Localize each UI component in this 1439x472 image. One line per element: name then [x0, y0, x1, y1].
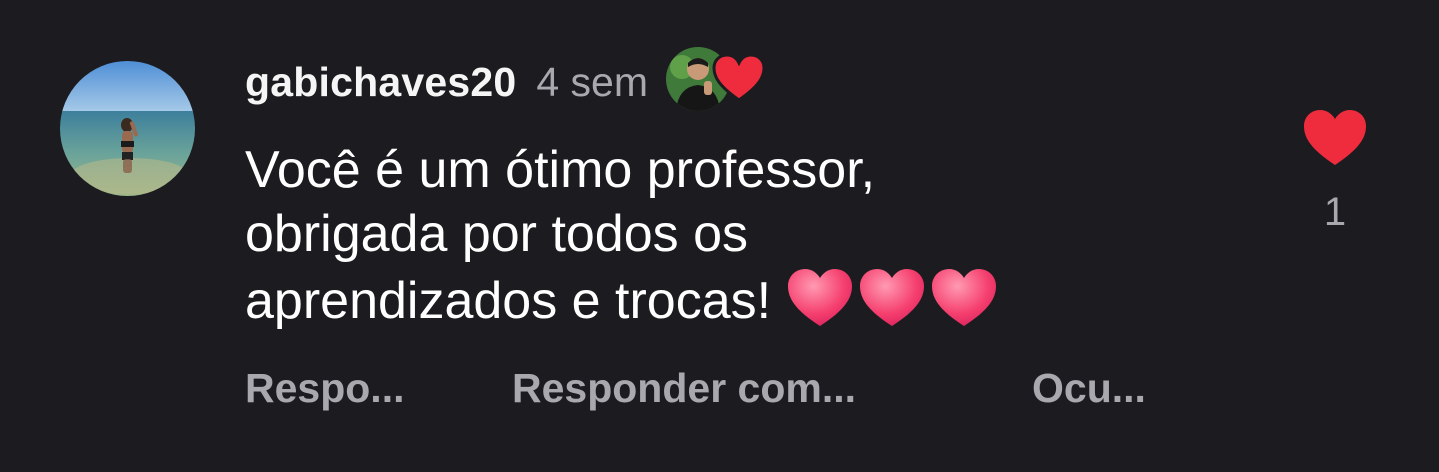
like-count: 1 [1323, 190, 1347, 234]
comment-line-3-text: aprendizados e trocas! [245, 272, 772, 330]
comment-line-1: Você é um ótimo professor, [245, 141, 876, 199]
heart-emoji-icon [788, 269, 853, 326]
comment-line-2: obrigada por todos os [245, 205, 749, 263]
heart-icon[interactable] [1302, 108, 1368, 168]
user-avatar[interactable] [60, 61, 195, 196]
heart-emoji-icon [860, 269, 925, 326]
comment-header: gabichaves20 4 sem [245, 47, 776, 114]
creator-like-badge [666, 45, 776, 119]
heart-emoji-icon [932, 269, 997, 326]
username[interactable]: gabichaves20 [245, 59, 516, 106]
heart-emojis [785, 266, 1001, 330]
comment-actions: Respo... Responder com... Ocu... [245, 360, 1146, 416]
comment-text: Você é um ótimo professor, obrigada por … [245, 138, 1145, 333]
timestamp: 4 sem [536, 58, 648, 105]
comment-line-3: aprendizados e trocas! [245, 266, 1145, 333]
creator-heart-icon [712, 53, 766, 102]
hide-button[interactable]: Ocu... [1032, 365, 1146, 412]
reply-with-button[interactable]: Responder com... [512, 365, 1032, 412]
reply-button[interactable]: Respo... [245, 365, 512, 412]
